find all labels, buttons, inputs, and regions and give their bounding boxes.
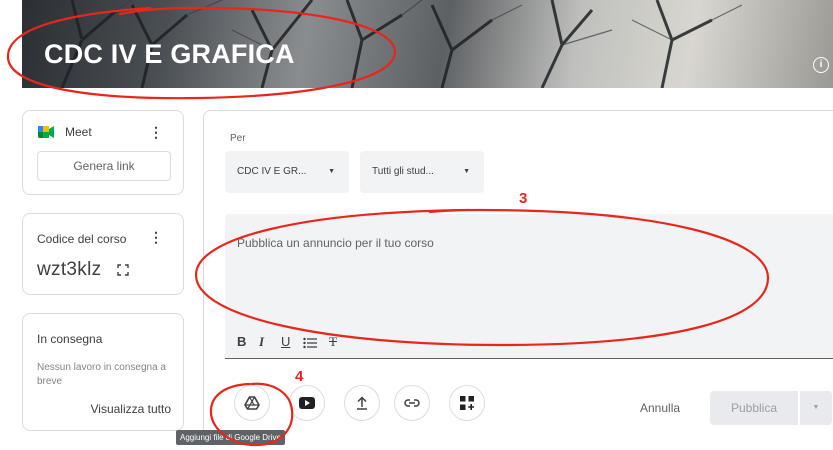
upcoming-card: In consegna Nessun lavoro in consegna a …: [22, 313, 184, 431]
cancel-button[interactable]: Annulla: [640, 401, 680, 415]
class-select[interactable]: CDC IV E GR... ▼: [225, 151, 349, 193]
students-select-value: Tutti gli stud...: [372, 166, 434, 177]
add-apps-icon: [460, 396, 474, 410]
youtube-button[interactable]: [289, 385, 325, 421]
info-icon[interactable]: i: [813, 57, 829, 73]
italic-button[interactable]: I: [259, 334, 264, 350]
google-meet-icon: [38, 126, 54, 138]
drive-tooltip: Aggiungi file di Google Drive: [176, 430, 285, 445]
bold-button[interactable]: B: [237, 334, 246, 349]
add-apps-button[interactable]: [449, 385, 485, 421]
course-title[interactable]: CDC IV E GRAFICA: [44, 39, 295, 70]
upcoming-empty-text: Nessun lavoro in consegna a breve: [37, 362, 166, 387]
class-select-value: CDC IV E GR...: [237, 166, 307, 177]
course-banner: CDC IV E GRAFICA i: [22, 0, 833, 88]
upload-button[interactable]: [344, 385, 380, 421]
youtube-icon: [299, 397, 315, 409]
meet-card: Meet ⋮ Genera link: [22, 110, 184, 195]
publish-button[interactable]: Pubblica: [710, 391, 798, 425]
link-button[interactable]: [394, 385, 430, 421]
for-label: Per: [230, 133, 246, 144]
announcement-composer: Per CDC IV E GR... ▼ Tutti gli stud... ▼…: [203, 110, 833, 440]
upload-icon: [357, 396, 367, 410]
class-code-more-icon[interactable]: ⋮: [149, 230, 163, 244]
class-code-card: Codice del corso ⋮ wzt3klz: [22, 213, 184, 295]
bulleted-list-icon[interactable]: [303, 337, 317, 349]
clear-format-button[interactable]: T: [329, 334, 337, 350]
chevron-down-icon: ▼: [463, 168, 470, 175]
meet-more-icon[interactable]: ⋮: [149, 125, 163, 139]
students-select[interactable]: Tutti gli stud... ▼: [360, 151, 484, 193]
format-toolbar: B I U T: [225, 328, 833, 358]
view-all-link[interactable]: Visualizza tutto: [91, 402, 172, 416]
fullscreen-icon[interactable]: [117, 264, 129, 276]
generate-link-button[interactable]: Genera link: [37, 151, 171, 181]
google-drive-button[interactable]: [234, 385, 270, 421]
google-drive-icon: [244, 396, 260, 410]
announcement-placeholder: Pubblica un annuncio per il tuo corso: [237, 236, 434, 250]
upcoming-label: In consegna: [37, 332, 103, 346]
chevron-down-icon: ▼: [328, 168, 335, 175]
chevron-down-icon: ▼: [812, 404, 820, 411]
publish-options-button[interactable]: ▼: [800, 391, 832, 425]
class-code-label: Codice del corso: [37, 232, 127, 246]
class-code-value: wzt3klz: [37, 259, 102, 280]
meet-label: Meet: [65, 125, 92, 139]
link-icon: [404, 399, 420, 407]
underline-button[interactable]: U: [281, 334, 290, 349]
